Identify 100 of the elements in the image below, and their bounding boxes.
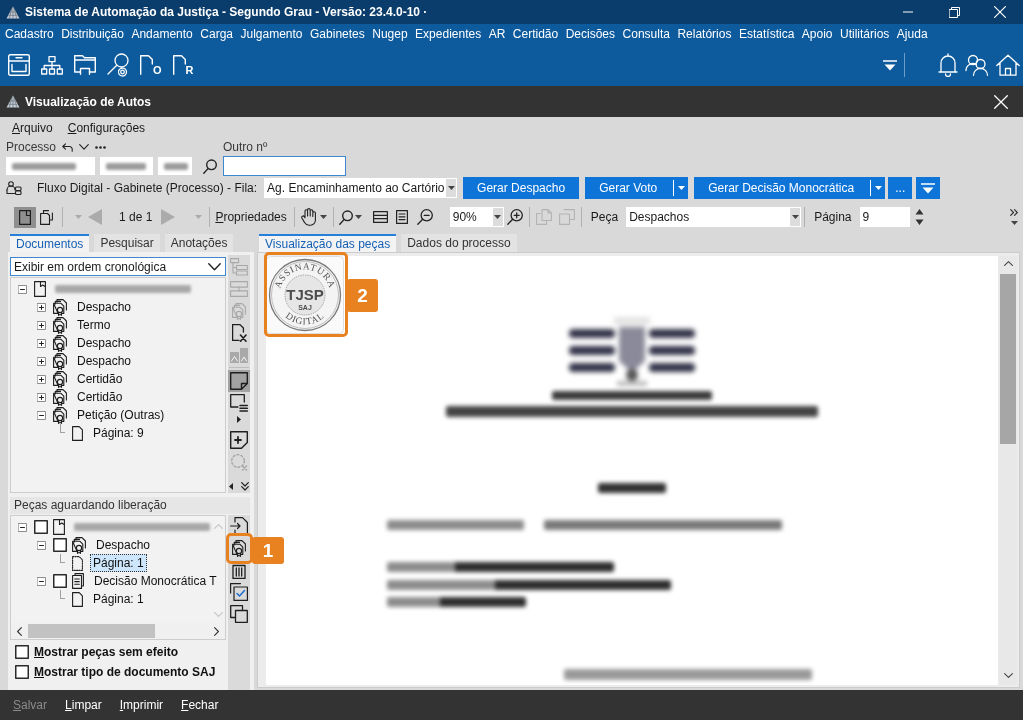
caret-icon[interactable] — [678, 186, 686, 190]
tab[interactable]: Dados do processo — [401, 234, 517, 252]
checkbox[interactable] — [53, 574, 67, 588]
folder-icon[interactable] — [74, 55, 96, 75]
double-chevron-icon[interactable] — [241, 482, 249, 491]
action-button[interactable]: Gerar Voto — [585, 177, 689, 199]
left-caret-icon[interactable] — [229, 483, 233, 490]
menu-item[interactable]: Andamento — [131, 27, 193, 41]
menu-item[interactable]: Distribuição — [61, 27, 124, 41]
right-caret-icon[interactable] — [237, 415, 241, 423]
queue-dropdown[interactable]: Ag. Encaminhamento ao Cartório — [264, 178, 458, 198]
scrollbar-thumb[interactable] — [1000, 274, 1016, 444]
page-check-icon[interactable] — [230, 583, 248, 601]
input-field[interactable] — [6, 157, 95, 175]
scrollbar-thumb[interactable] — [28, 624, 155, 638]
caret-icon[interactable] — [319, 215, 327, 219]
spinner-icon[interactable] — [914, 208, 924, 226]
tree-item[interactable]: Certidão — [74, 370, 126, 388]
menu-item[interactable]: Relatórios — [677, 27, 732, 41]
checkbox[interactable] — [15, 645, 29, 659]
expander-icon[interactable] — [37, 320, 46, 330]
zoom-out-icon[interactable] — [416, 209, 433, 225]
menu-item[interactable]: Configurações — [67, 120, 146, 135]
close-icon[interactable] — [994, 94, 1008, 109]
tab[interactable]: Documentos — [10, 234, 90, 252]
action-button[interactable]: Gerar Despacho — [463, 177, 580, 199]
checkbox[interactable] — [34, 520, 48, 534]
copy-icon[interactable] — [230, 605, 248, 623]
scroll-left-icon[interactable] — [17, 626, 22, 636]
input-field[interactable] — [223, 156, 346, 176]
menu-item[interactable]: Ajuda — [896, 27, 928, 41]
footer-button[interactable]: Limpar — [65, 698, 102, 712]
menu-item[interactable]: Decisões — [565, 27, 616, 41]
checkbox[interactable] — [53, 538, 67, 552]
toolbar-button[interactable]: R — [172, 55, 194, 75]
footer-button[interactable]: Imprimir — [119, 698, 164, 712]
checkbox-label[interactable]: Mostrar tipo de documento SAJ — [34, 665, 216, 679]
org-chart-icon[interactable] — [41, 55, 63, 75]
chevron-down-icon[interactable] — [79, 144, 90, 150]
restore-icon[interactable] — [948, 6, 960, 18]
bell-icon[interactable] — [938, 53, 958, 77]
tree-item[interactable]: Certidão — [74, 388, 126, 406]
dropdown-icon[interactable] — [883, 59, 897, 71]
zoom-in-icon[interactable] — [506, 209, 523, 225]
menu-item[interactable]: Nugep — [372, 27, 408, 41]
scroll-down-icon[interactable] — [1003, 673, 1013, 678]
scroll-right-icon[interactable] — [214, 626, 219, 636]
menu-item[interactable]: AR — [488, 27, 506, 41]
page-lines-icon[interactable] — [395, 210, 408, 224]
two-pages-icon[interactable] — [40, 209, 53, 225]
certificate-icon[interactable] — [232, 539, 246, 557]
menu-item[interactable]: Expedientes — [415, 27, 482, 41]
note-icon[interactable] — [228, 370, 250, 392]
action-button[interactable]: ... — [888, 177, 913, 199]
expander-icon[interactable] — [37, 392, 46, 402]
search-icon[interactable] — [203, 158, 217, 174]
tree-item[interactable]: Página: 1 — [90, 590, 147, 608]
expander-icon[interactable] — [37, 356, 46, 366]
close-icon[interactable] — [994, 6, 1006, 18]
expander-icon[interactable] — [37, 540, 46, 550]
checkbox-label[interactable]: Mostrar peças sem efeito — [34, 645, 179, 659]
menu-item[interactable]: Utilitários — [840, 27, 890, 41]
caret-icon[interactable] — [354, 215, 362, 219]
expander-icon[interactable] — [18, 522, 27, 532]
filter-button[interactable] — [916, 177, 941, 199]
menu-item[interactable]: Julgamento — [240, 27, 303, 41]
zoom-dropdown[interactable]: 90% — [449, 207, 504, 227]
tab[interactable]: Visualização das peças — [259, 234, 397, 252]
menu-item[interactable]: Certidão — [512, 27, 559, 41]
menu-item[interactable]: Gabinetes — [310, 27, 365, 41]
tray-icon[interactable] — [8, 54, 30, 76]
expander-icon[interactable] — [37, 576, 46, 586]
caret-icon[interactable] — [875, 186, 883, 190]
add-page-icon[interactable] — [230, 431, 248, 449]
action-button[interactable]: Gerar Decisão Monocrática — [694, 177, 886, 199]
page-x-icon[interactable] — [231, 324, 247, 342]
page-list-icon[interactable] — [230, 394, 248, 412]
page-width-icon[interactable] — [372, 211, 388, 223]
users-icon[interactable] — [965, 54, 989, 76]
tree-item[interactable]: Petição (Outras) — [74, 406, 168, 424]
tab[interactable]: Anotações — [164, 234, 234, 252]
tree-item[interactable]: Despacho — [74, 298, 135, 316]
tree-item[interactable]: Decisão Monocrática T — [91, 572, 220, 590]
search-gear-icon[interactable] — [107, 53, 129, 77]
expander-icon[interactable] — [37, 338, 46, 348]
expander-icon[interactable] — [18, 284, 27, 294]
menu-item[interactable]: Cadastro — [5, 27, 54, 41]
home-icon[interactable] — [996, 54, 1020, 76]
page-icon[interactable] — [14, 206, 36, 228]
toolbar-button[interactable]: O — [140, 55, 162, 75]
expander-icon[interactable] — [37, 302, 46, 312]
menu-item[interactable]: Arquivo — [12, 120, 53, 135]
input-field[interactable] — [158, 157, 192, 175]
piece-dropdown[interactable]: Despachos — [626, 207, 802, 227]
magnifier-icon[interactable] — [338, 209, 353, 225]
footer-button[interactable]: Fechar — [181, 698, 219, 712]
menu-item[interactable]: Apoio — [801, 27, 833, 41]
tree-item[interactable]: Termo — [74, 316, 114, 334]
caret-icon[interactable] — [1010, 221, 1018, 225]
menu-item[interactable]: Estatística — [738, 27, 795, 41]
